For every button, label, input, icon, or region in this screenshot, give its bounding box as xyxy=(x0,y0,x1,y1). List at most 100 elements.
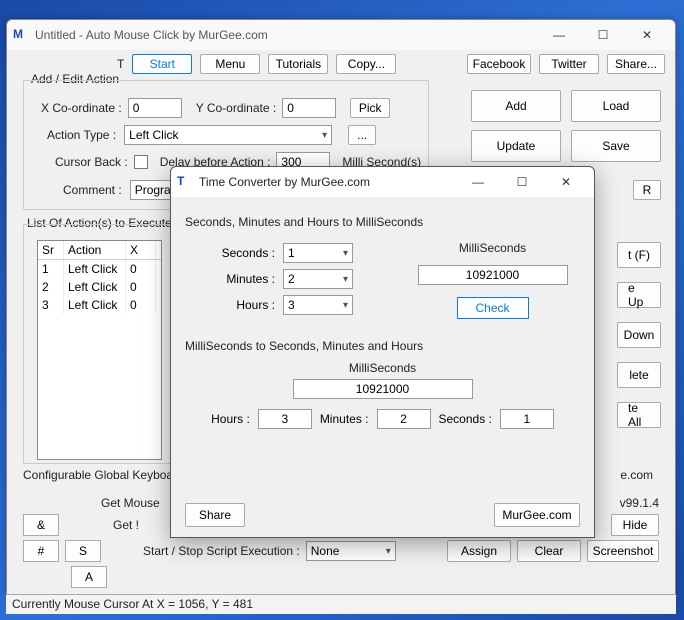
out-minutes-label: Minutes : xyxy=(320,412,369,426)
tutorials-button[interactable]: Tutorials xyxy=(268,54,328,74)
add-button[interactable]: Add xyxy=(471,90,561,122)
get-mouse-label: Get Mouse xyxy=(101,496,160,510)
ms-label: MilliSeconds xyxy=(405,241,580,255)
delete-button[interactable]: lete xyxy=(617,362,661,388)
cell-x: 0 xyxy=(126,260,156,278)
cell-x: 0 xyxy=(126,296,156,314)
update-button[interactable]: Update xyxy=(471,130,561,162)
out-seconds-label: Seconds : xyxy=(439,412,492,426)
screenshot-button[interactable]: Screenshot xyxy=(587,540,659,562)
t-label: T xyxy=(117,57,124,71)
col-action[interactable]: Action xyxy=(64,241,126,259)
delete-all-button[interactable]: te All xyxy=(617,402,661,428)
start-stop-label: Start / Stop Script Execution : xyxy=(143,544,300,558)
col-x[interactable]: X xyxy=(126,241,156,259)
hotkey-select[interactable]: None ▾ xyxy=(306,541,396,561)
seconds-select[interactable]: 1 ▾ xyxy=(283,243,353,263)
x-coord-label: X Co-ordinate : xyxy=(41,101,122,115)
share-button[interactable]: Share... xyxy=(607,54,665,74)
table-header: Sr Action X xyxy=(38,241,161,260)
version-label: v99.1.4 xyxy=(620,496,659,510)
ms-input[interactable] xyxy=(293,379,473,399)
move-up-button[interactable]: e Up xyxy=(617,282,661,308)
x-coord-input[interactable] xyxy=(128,98,182,118)
right-button-column: Add Load Update Save xyxy=(471,90,661,162)
pick-button[interactable]: Pick xyxy=(350,98,390,118)
get-label: Get ! xyxy=(113,518,139,532)
section2-label: MilliSeconds to Seconds, Minutes and Hou… xyxy=(185,339,580,353)
comment-label: Comment : xyxy=(63,183,122,197)
action-type-select[interactable]: Left Click ▾ xyxy=(124,125,332,145)
start-button[interactable]: Start xyxy=(132,54,192,74)
load-button[interactable]: Load xyxy=(571,90,661,122)
kb-a-button[interactable]: A xyxy=(71,566,107,588)
ms2-label: MilliSeconds xyxy=(185,361,580,375)
chevron-down-icon: ▾ xyxy=(343,274,348,285)
chevron-down-icon: ▾ xyxy=(386,546,391,557)
main-titlebar[interactable]: M Untitled - Auto Mouse Click by MurGee.… xyxy=(7,20,675,50)
main-window-title: Untitled - Auto Mouse Click by MurGee.co… xyxy=(35,28,537,42)
dialog-share-button[interactable]: Share xyxy=(185,503,245,527)
dialog-minimize-icon[interactable]: — xyxy=(456,168,500,196)
dialog-icon: T xyxy=(177,174,193,190)
col-sr[interactable]: Sr xyxy=(38,241,64,259)
hotkey-value: None xyxy=(311,544,340,558)
murgee-button[interactable]: MurGee.com xyxy=(494,503,580,527)
out-seconds-value: 1 xyxy=(500,409,554,429)
action-type-label: Action Type : xyxy=(47,128,116,142)
move-down-button[interactable]: Down xyxy=(617,322,661,348)
cell-sr: 3 xyxy=(38,296,64,314)
facebook-button[interactable]: Facebook xyxy=(467,54,531,74)
y-coord-input[interactable] xyxy=(282,98,336,118)
dialog-titlebar[interactable]: T Time Converter by MurGee.com — ☐ ✕ xyxy=(171,167,594,197)
minimize-icon[interactable]: — xyxy=(537,21,581,49)
dialog-maximize-icon[interactable]: ☐ xyxy=(500,168,544,196)
chevron-down-icon: ▾ xyxy=(322,130,327,141)
minutes-select[interactable]: 2 ▾ xyxy=(283,269,353,289)
actions-table[interactable]: Sr Action X 1Left Click02Left Click03Lef… xyxy=(37,240,162,460)
maximize-icon[interactable]: ☐ xyxy=(581,21,625,49)
minutes-label: Minutes : xyxy=(205,272,275,286)
table-row[interactable]: 1Left Click0 xyxy=(38,260,161,278)
dialog-title: Time Converter by MurGee.com xyxy=(199,175,456,189)
r-button[interactable]: R xyxy=(633,180,661,200)
cursor-back-label: Cursor Back : xyxy=(55,155,128,169)
out-hours-value: 3 xyxy=(258,409,312,429)
out-minutes-value: 2 xyxy=(377,409,431,429)
action-type-more-button[interactable]: ... xyxy=(348,125,376,145)
side-tf-button[interactable]: t (F) xyxy=(617,242,661,268)
cell-action: Left Click xyxy=(64,278,126,296)
action-type-value: Left Click xyxy=(129,128,178,142)
cursor-back-checkbox[interactable] xyxy=(134,155,148,169)
time-converter-dialog: T Time Converter by MurGee.com — ☐ ✕ Sec… xyxy=(170,166,595,538)
configurable-label: Configurable Global Keyboar xyxy=(23,468,177,482)
copy-button[interactable]: Copy... xyxy=(336,54,396,74)
kb-s-button[interactable]: S xyxy=(65,540,101,562)
status-text: Currently Mouse Cursor At X = 1056, Y = … xyxy=(12,597,253,611)
cell-action: Left Click xyxy=(64,296,126,314)
table-row[interactable]: 3Left Click0 xyxy=(38,296,161,314)
out-hours-label: Hours : xyxy=(211,412,250,426)
kb-amp-button[interactable]: & xyxy=(23,514,59,536)
cell-x: 0 xyxy=(126,278,156,296)
table-row[interactable]: 2Left Click0 xyxy=(38,278,161,296)
hours-select[interactable]: 3 ▾ xyxy=(283,295,353,315)
save-button[interactable]: Save xyxy=(571,130,661,162)
status-bar: Currently Mouse Cursor At X = 1056, Y = … xyxy=(6,594,676,614)
hide-button[interactable]: Hide xyxy=(611,514,659,536)
ms-output-input[interactable] xyxy=(418,265,568,285)
hours-label: Hours : xyxy=(205,298,275,312)
menu-button[interactable]: Menu xyxy=(200,54,260,74)
kb-hash-button[interactable]: # xyxy=(23,540,59,562)
close-icon[interactable]: ✕ xyxy=(625,21,669,49)
section1-label: Seconds, Minutes and Hours to MilliSecon… xyxy=(185,215,580,229)
cell-sr: 1 xyxy=(38,260,64,278)
assign-button[interactable]: Assign xyxy=(447,540,511,562)
dialog-close-icon[interactable]: ✕ xyxy=(544,168,588,196)
check-button[interactable]: Check xyxy=(457,297,529,319)
y-coord-label: Y Co-ordinate : xyxy=(196,101,277,115)
chevron-down-icon: ▾ xyxy=(343,300,348,311)
twitter-button[interactable]: Twitter xyxy=(539,54,599,74)
chevron-down-icon: ▾ xyxy=(343,248,348,259)
clear-button[interactable]: Clear xyxy=(517,540,581,562)
